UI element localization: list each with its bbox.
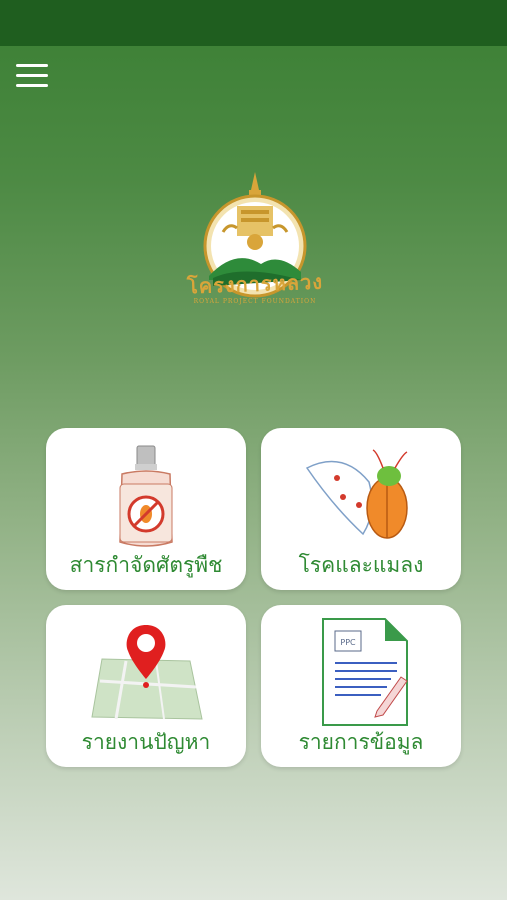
- pesticide-bottle-icon: [119, 445, 173, 547]
- pesticide-label: สารกำจัดศัตรูพืช: [69, 553, 223, 577]
- menu-line: [16, 64, 48, 67]
- insect-leaf-icon: [305, 449, 408, 539]
- status-bar: [0, 0, 507, 46]
- map-pin-icon: [91, 625, 203, 720]
- pesticide-card[interactable]: สารกำจัดศัตรูพืช: [46, 428, 246, 590]
- royal-project-logo: โครงการหลวง ROYAL PROJECT FOUNDATION: [183, 168, 327, 328]
- logo-thai-text: โครงการหลวง: [186, 269, 324, 299]
- problem-report-card[interactable]: รายงานปัญหา: [46, 605, 246, 767]
- menu-line: [16, 74, 48, 77]
- data-list-card[interactable]: PPC รายการข้อมูล: [261, 605, 461, 767]
- data-list-label: รายการข้อมูล: [298, 730, 424, 754]
- disease-insect-card[interactable]: โรคและแมลง: [261, 428, 461, 590]
- disease-insect-label: โรคและแมลง: [298, 553, 424, 577]
- ppc-badge: PPC: [340, 638, 356, 647]
- problem-report-label: รายงานปัญหา: [81, 730, 211, 754]
- hamburger-menu-button[interactable]: [16, 61, 48, 89]
- menu-line: [16, 84, 48, 87]
- ppc-document-icon: PPC: [322, 618, 408, 726]
- logo-sub-text: ROYAL PROJECT FOUNDATION: [193, 298, 317, 305]
